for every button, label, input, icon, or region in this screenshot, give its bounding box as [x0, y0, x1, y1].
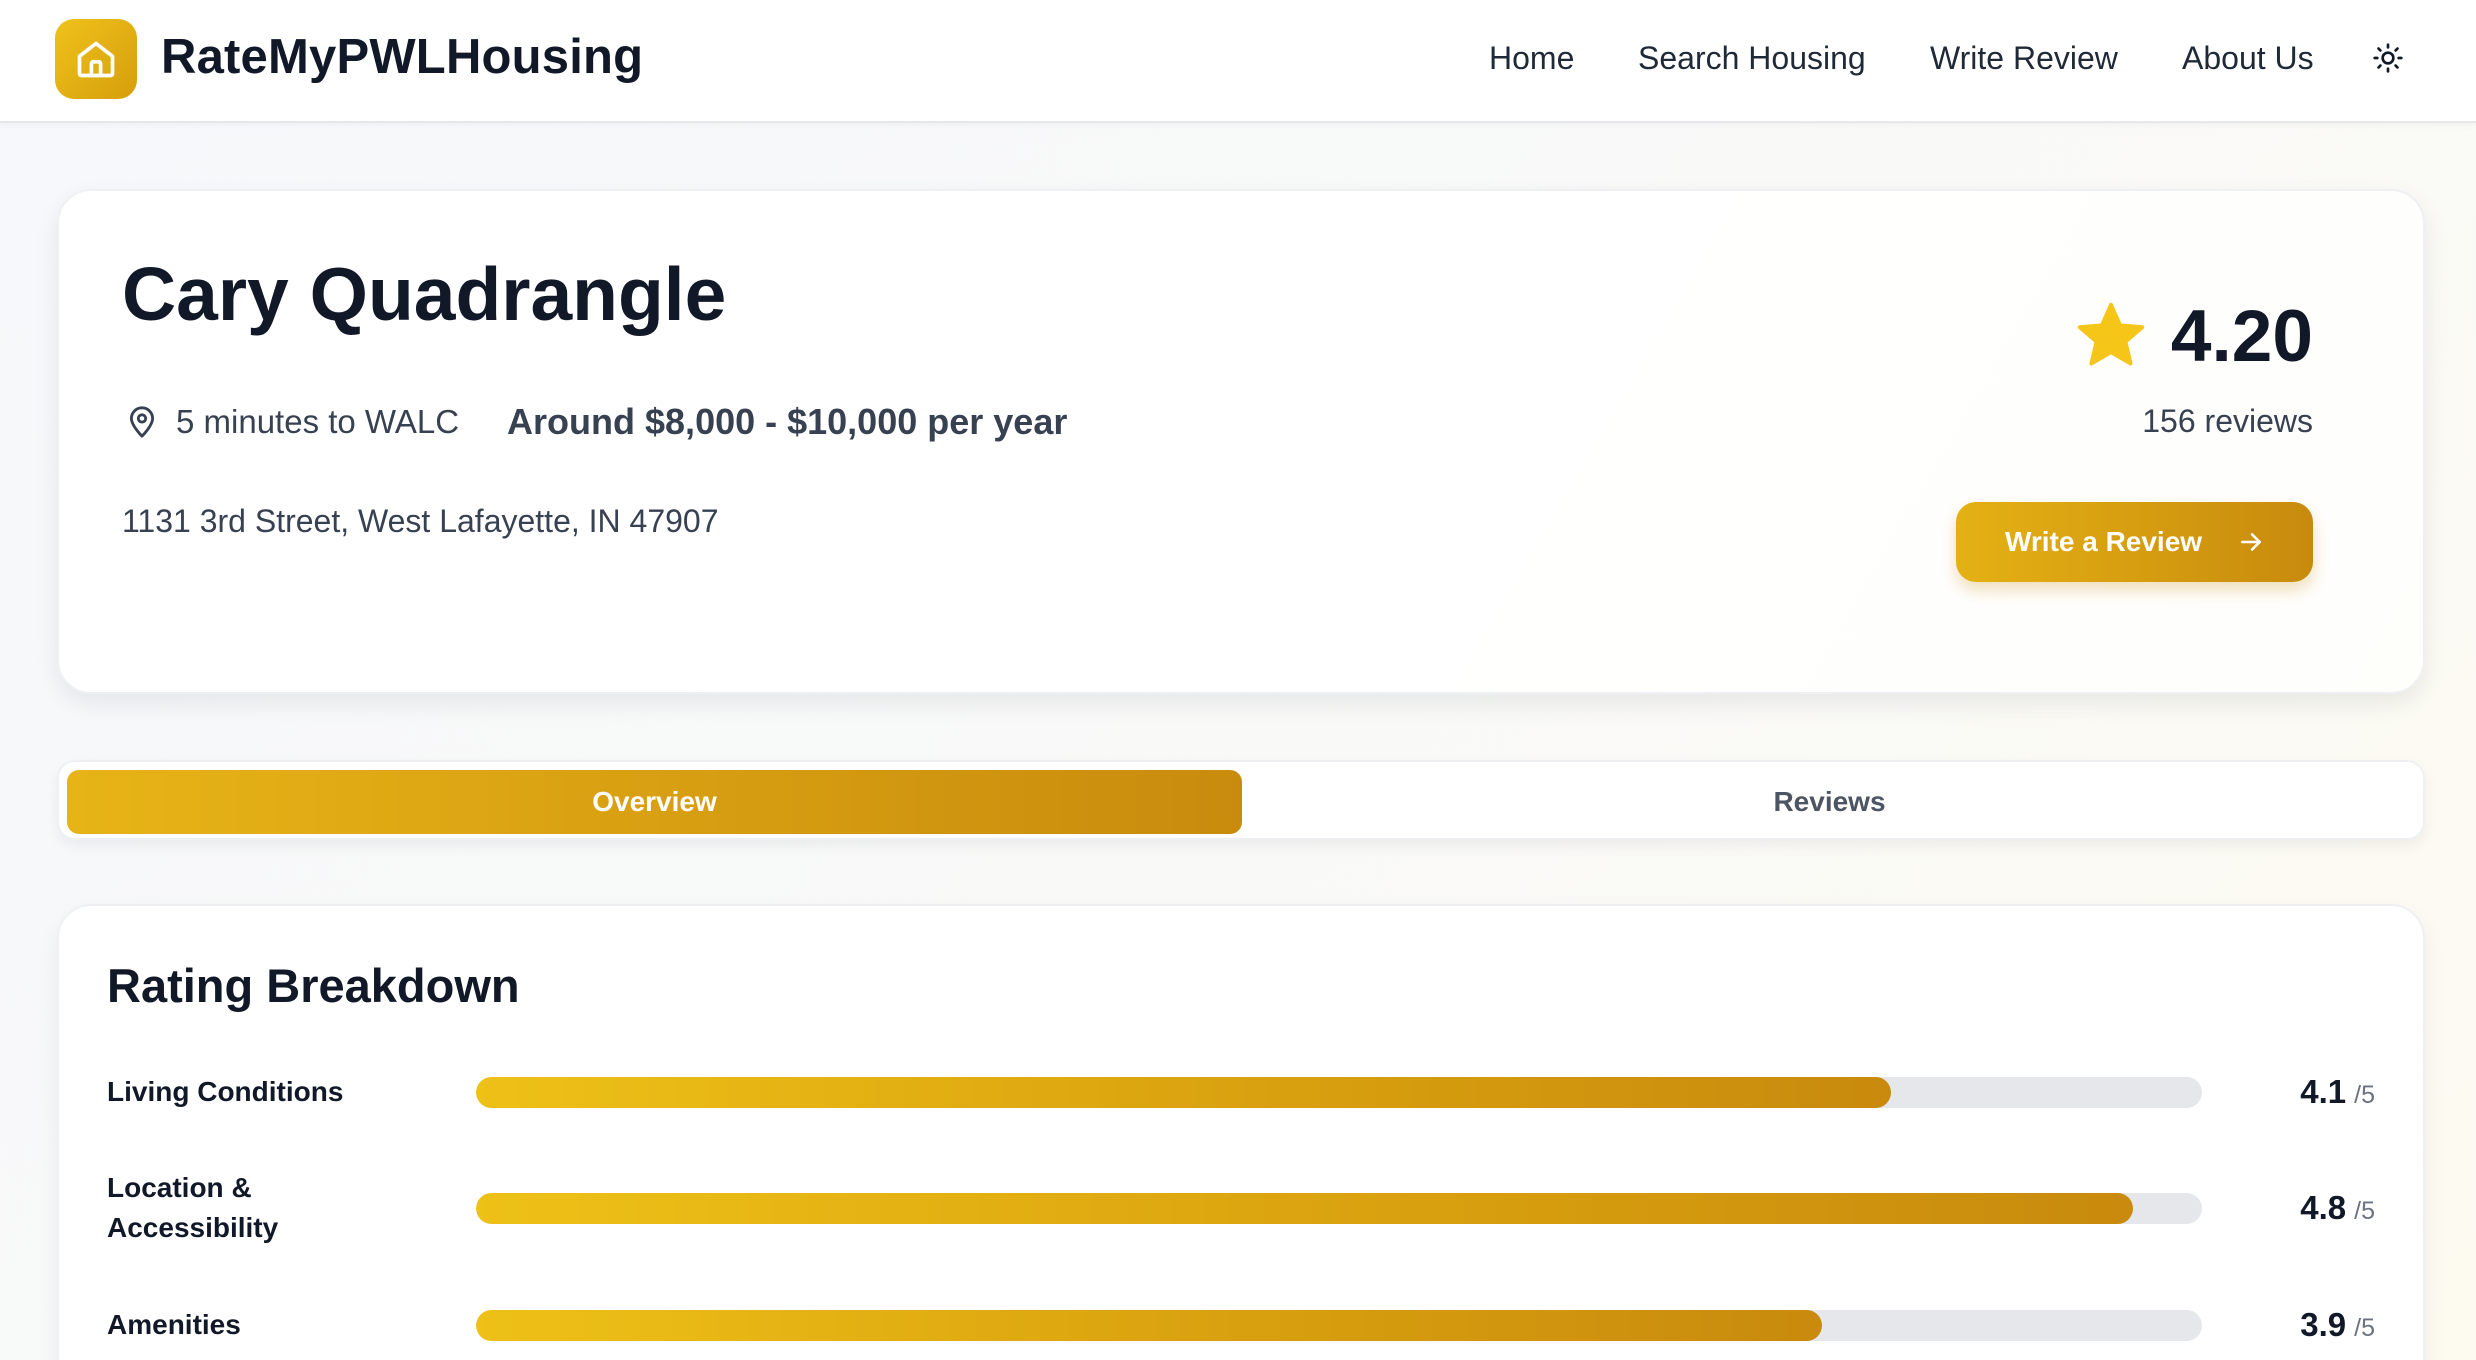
price-range: Around $8,000 - $10,000 per year	[507, 401, 1068, 442]
rating-score-value: 4.8	[2300, 1189, 2347, 1226]
rating-bar-fill	[476, 1310, 1823, 1341]
rating-bar-fill	[476, 1077, 1892, 1108]
property-name: Cary Quadrangle	[122, 252, 727, 336]
logo-house-icon[interactable]	[55, 19, 137, 99]
rating-row-label: Living Conditions	[107, 1076, 344, 1107]
write-review-button[interactable]: Write a Review	[1956, 502, 2313, 582]
tab-overview[interactable]: Overview	[67, 770, 1242, 834]
top-navbar: RateMyPWLHousing Home Search Housing Wri…	[0, 0, 2476, 123]
rating-bar-fill	[476, 1193, 2133, 1224]
rating-bar-track	[476, 1310, 2202, 1341]
rating-score-max: /5	[2354, 1314, 2375, 1342]
write-review-button-label: Write a Review	[2004, 526, 2203, 557]
property-address: 1131 3rd Street, West Lafayette, IN 4790…	[122, 503, 719, 539]
rating-row-label: Amenities	[107, 1309, 241, 1340]
rating-score-max: /5	[2354, 1197, 2375, 1225]
rating-bar-track	[476, 1077, 2202, 1108]
rating-row-label: Location & Accessibility	[107, 1172, 279, 1243]
rating-score-value: 3.9	[2300, 1306, 2347, 1343]
arrow-right-icon	[2238, 529, 2264, 555]
property-summary-card: Cary Quadrangle 5 minutes to WALC Around…	[57, 189, 2425, 694]
rating-score-value: 4.1	[2300, 1073, 2347, 1110]
rating-bar-track	[476, 1193, 2202, 1224]
rating-breakdown-card: Rating Breakdown Living Conditions 4.1/5…	[57, 904, 2425, 1360]
map-pin-icon	[122, 400, 162, 444]
rating-score: 4.8/5	[2300, 1186, 2375, 1237]
property-tabs: Overview Reviews	[57, 760, 2425, 840]
nav-about-us[interactable]: About Us	[2182, 36, 2314, 80]
review-count: 156 reviews	[2142, 403, 2313, 439]
rating-value: 4.20	[2170, 296, 2313, 377]
brand-name[interactable]: RateMyPWLHousing	[161, 28, 643, 86]
walk-time: 5 minutes to WALC	[176, 403, 460, 440]
star-icon	[2071, 298, 2151, 376]
sun-icon[interactable]	[2368, 38, 2408, 78]
tab-reviews[interactable]: Reviews	[1242, 770, 2417, 834]
rating-breakdown-title: Rating Breakdown	[107, 959, 520, 1012]
rating-score: 4.1/5	[2300, 1070, 2375, 1121]
overall-rating: 4.20	[2071, 297, 2313, 377]
rating-score-max: /5	[2354, 1081, 2375, 1109]
rating-score: 3.9/5	[2300, 1303, 2375, 1354]
property-meta-row: 5 minutes to WALC Around $8,000 - $10,00…	[122, 397, 1067, 447]
nav-home[interactable]: Home	[1489, 36, 1574, 80]
nav-search-housing[interactable]: Search Housing	[1638, 36, 1866, 80]
nav-write-review[interactable]: Write Review	[1930, 36, 2118, 80]
